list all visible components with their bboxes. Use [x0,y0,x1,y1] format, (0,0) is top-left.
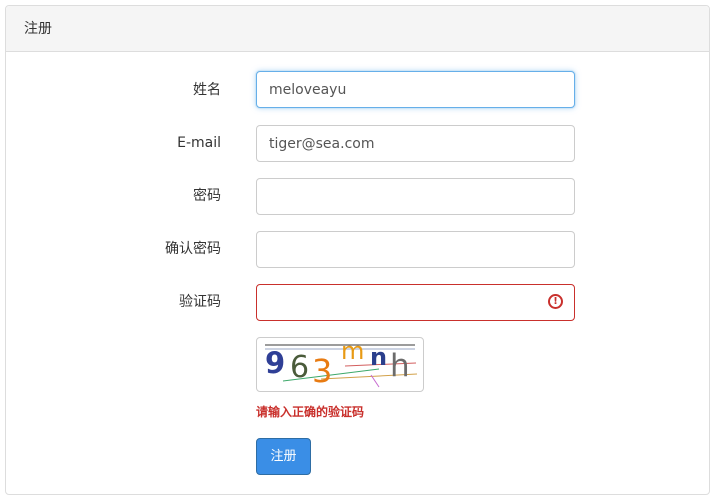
captcha-char-5: n [370,343,388,371]
captcha-input[interactable] [256,284,575,321]
captcha-char-6: h [390,348,410,384]
captcha-char-2: 6 [290,350,310,385]
panel-title: 注册 [24,21,52,37]
captcha-image[interactable]: 9 6 3 m n h [256,337,424,392]
password-label: 密码 [193,188,221,204]
exclamation-circle-icon: ! [548,294,563,309]
captcha-error-message: 请输入正确的验证码 [256,405,365,419]
captcha-char-4: m [341,341,365,365]
register-button[interactable]: 注册 [256,438,311,475]
confirm-password-input[interactable] [256,231,575,268]
captcha-char-3: 3 [312,352,333,388]
name-label: 姓名 [193,82,221,98]
captcha-label: 验证码 [179,294,221,310]
email-input[interactable] [256,125,575,162]
captcha-image-canvas: 9 6 3 m n h [261,341,419,388]
email-label: E-mail [177,135,221,151]
panel-header: 注册 [6,6,709,52]
confirm-password-label: 确认密码 [165,241,221,257]
captcha-char-1: 9 [265,346,286,380]
password-input[interactable] [256,178,575,215]
name-input[interactable] [256,71,575,108]
